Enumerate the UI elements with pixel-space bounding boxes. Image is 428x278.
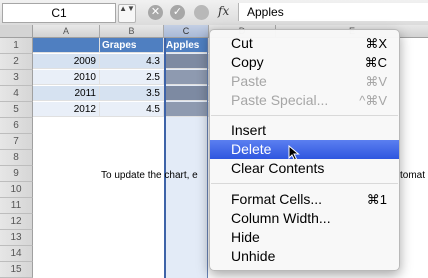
menu-item-label: Insert bbox=[231, 122, 267, 138]
menu-item-shortcut: ⌘X bbox=[365, 36, 387, 51]
insert-function-menu-icon[interactable] bbox=[194, 5, 209, 20]
cancel-icon[interactable]: ✕ bbox=[148, 5, 163, 20]
name-box[interactable]: C1 bbox=[2, 3, 116, 23]
name-box-value: C1 bbox=[51, 6, 67, 20]
menu-item-cut[interactable]: Cut ⌘X bbox=[210, 34, 399, 53]
table-cell[interactable]: 2.5 bbox=[100, 70, 164, 85]
selected-column-border bbox=[164, 38, 208, 278]
formula-bar: C1 ▲▼ ✕ ✓ fx Apples bbox=[0, 0, 428, 26]
context-menu: Cut ⌘X Copy ⌘C Paste ⌘V Paste Special...… bbox=[209, 29, 400, 271]
row-header[interactable]: 9 bbox=[0, 166, 33, 182]
column-header-a[interactable]: A bbox=[33, 25, 100, 38]
row-header[interactable]: 10 bbox=[0, 182, 33, 198]
row-header[interactable]: 11 bbox=[0, 198, 33, 214]
column-header-b[interactable]: B bbox=[100, 25, 164, 38]
table-cell[interactable]: 4.5 bbox=[100, 102, 164, 117]
name-box-stepper-icon[interactable]: ▲▼ bbox=[118, 4, 136, 23]
menu-item-paste-special[interactable]: Paste Special... ^⌘V bbox=[210, 91, 399, 110]
table-cell[interactable]: 2011 bbox=[33, 86, 100, 101]
instruction-note-tail: tomat bbox=[400, 170, 426, 181]
menu-item-shortcut: ⌘1 bbox=[366, 192, 387, 207]
row-header[interactable]: 2 bbox=[0, 54, 33, 70]
row-header[interactable]: 12 bbox=[0, 214, 33, 230]
menu-item-format-cells[interactable]: Format Cells... ⌘1 bbox=[210, 190, 399, 209]
menu-separator bbox=[211, 115, 398, 116]
menu-item-clear-contents[interactable]: Clear Contents bbox=[210, 159, 399, 178]
row-header[interactable]: 4 bbox=[0, 86, 33, 102]
table-cell[interactable]: 2010 bbox=[33, 70, 100, 85]
menu-item-paste[interactable]: Paste ⌘V bbox=[210, 72, 399, 91]
menu-item-insert[interactable]: Insert bbox=[210, 121, 399, 140]
menu-item-label: Column Width... bbox=[231, 210, 331, 226]
table-cell[interactable]: 3.5 bbox=[100, 86, 164, 101]
menu-item-shortcut: ⌘V bbox=[365, 74, 387, 89]
formula-value: Apples bbox=[247, 5, 284, 19]
column-header-c[interactable]: C bbox=[164, 25, 209, 38]
formula-input[interactable]: Apples bbox=[238, 3, 428, 21]
instruction-note: To update the chart, e bbox=[101, 170, 198, 181]
menu-item-label: Format Cells... bbox=[231, 191, 323, 207]
select-all-corner[interactable] bbox=[0, 25, 33, 38]
table-header-cell[interactable]: Grapes bbox=[100, 38, 164, 53]
menu-item-label: Unhide bbox=[231, 248, 276, 264]
row-header[interactable]: 6 bbox=[0, 118, 33, 134]
table-header-cell[interactable] bbox=[33, 38, 100, 53]
table-cell[interactable]: 4.3 bbox=[100, 54, 164, 69]
row-header[interactable]: 3 bbox=[0, 70, 33, 86]
menu-item-delete[interactable]: Delete bbox=[210, 140, 399, 159]
enter-icon[interactable]: ✓ bbox=[170, 5, 185, 20]
menu-item-copy[interactable]: Copy ⌘C bbox=[210, 53, 399, 72]
fx-icon[interactable]: fx bbox=[218, 4, 229, 18]
menu-item-label: Paste bbox=[231, 73, 267, 89]
menu-item-shortcut: ^⌘V bbox=[359, 93, 387, 108]
menu-item-label: Clear Contents bbox=[231, 160, 325, 176]
table-cell[interactable]: 2009 bbox=[33, 54, 100, 69]
row-header[interactable]: 8 bbox=[0, 150, 33, 166]
menu-item-label: Paste Special... bbox=[231, 92, 329, 108]
row-header[interactable]: 14 bbox=[0, 246, 33, 262]
menu-item-shortcut: ⌘C bbox=[364, 55, 387, 70]
menu-item-column-width[interactable]: Column Width... bbox=[210, 209, 399, 228]
mouse-pointer-icon bbox=[288, 145, 300, 161]
row-header[interactable]: 5 bbox=[0, 102, 33, 118]
row-header[interactable]: 7 bbox=[0, 134, 33, 150]
menu-item-unhide[interactable]: Unhide bbox=[210, 247, 399, 266]
table-cell[interactable]: 2012 bbox=[33, 102, 100, 117]
menu-separator bbox=[211, 183, 398, 184]
menu-item-label: Copy bbox=[231, 54, 264, 70]
menu-item-label: Cut bbox=[231, 35, 253, 51]
menu-item-label: Delete bbox=[231, 141, 272, 157]
row-header[interactable]: 15 bbox=[0, 262, 33, 278]
row-header[interactable]: 13 bbox=[0, 230, 33, 246]
menu-item-hide[interactable]: Hide bbox=[210, 228, 399, 247]
row-header[interactable]: 1 bbox=[0, 38, 33, 54]
menu-item-label: Hide bbox=[231, 229, 260, 245]
